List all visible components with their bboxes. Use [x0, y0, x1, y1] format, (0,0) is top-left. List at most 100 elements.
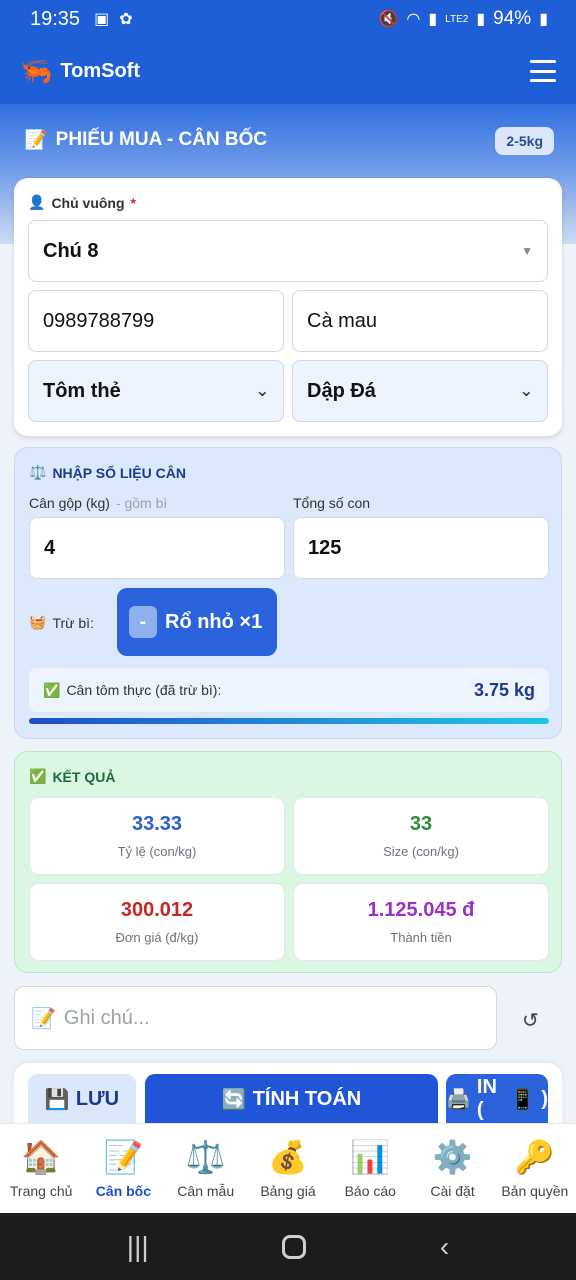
save-button[interactable]: 💾 LƯU — [28, 1074, 136, 1124]
method-value: Dập Đá — [307, 379, 376, 402]
system-nav-bar: ||| ‹ — [0, 1213, 576, 1280]
size-box: 33 Size (con/kg) — [293, 797, 549, 875]
print-suffix: ) — [541, 1087, 548, 1110]
lte-label: LTE2 — [445, 13, 469, 25]
nav-item-home[interactable]: 🏠 Trang chủ — [0, 1124, 82, 1213]
chart-icon: 📊 — [350, 1138, 391, 1175]
ratio-value: 33.33 — [131, 813, 183, 835]
status-bar: 19:35 ▣ ✿ 🔇 ◠ ▮ LTE2 ▮ 94% ▮ — [0, 0, 576, 38]
price-value: 300.012 — [120, 899, 194, 921]
phone-input[interactable]: 0989788799 — [28, 290, 284, 352]
printer-icon: 🖨️ — [446, 1088, 471, 1111]
battery-level: 94% — [493, 8, 532, 29]
address-input[interactable]: Cà mau — [292, 290, 548, 352]
bottom-nav: 🏠 Trang chủ 📝 Cân bốc ⚖️ Cân mẫu 💰 Bảng … — [0, 1123, 576, 1213]
chevron-down-icon: ⌄ — [255, 383, 269, 400]
calculate-button[interactable]: 🔄 TÍNH TOÁN — [145, 1074, 438, 1124]
reset-icon[interactable]: ↺ — [522, 1008, 539, 1033]
app-bar: 🦐 TomSoft — [0, 38, 576, 104]
memo-icon: 📝 — [103, 1138, 144, 1175]
chevron-down-icon: ⌄ — [519, 383, 533, 400]
total-value: 1.125.045 đ — [367, 899, 475, 921]
tare-button-label: Rổ nhỏ ×1 — [165, 610, 263, 633]
nav-item-bang-gia[interactable]: 💰 Bảng giá — [247, 1124, 329, 1213]
memo-icon: 📝 — [24, 130, 48, 151]
scale-icon: ⚖️ — [185, 1138, 226, 1175]
tare-basket-button[interactable]: - Rổ nhỏ ×1 — [117, 588, 277, 656]
count-value: 125 — [308, 536, 342, 559]
net-label: Cân tôm thực (đã trừ bì): — [66, 682, 222, 698]
phone-icon: 📱 — [510, 1088, 536, 1111]
dropdown-triangle-icon: ▼ — [521, 244, 533, 258]
weigh-title: NHẬP SỐ LIỆU CÂN — [52, 464, 186, 481]
shrimp-type-value: Tôm thẻ — [43, 379, 121, 402]
gear-icon: ⚙️ — [432, 1138, 473, 1175]
key-icon: 🔑 — [514, 1138, 555, 1175]
owner-card: 👤 Chủ vuông * Chú 8 ▼ 0989788799 Cà mau … — [14, 178, 562, 436]
mute-icon: 🔇 — [378, 11, 399, 28]
nav-item-can-mau[interactable]: ⚖️ Cân mẫu — [165, 1124, 247, 1213]
net-weight-box: ✅ Cân tôm thực (đã trừ bì): 3.75 kg — [29, 668, 549, 712]
check-icon: ✅ — [43, 681, 61, 698]
memo-icon: 📝 — [31, 1007, 56, 1030]
app-logo[interactable]: 🦐 TomSoft — [20, 56, 140, 87]
page-title: PHIẾU MUA - CÂN BỐC — [55, 129, 268, 150]
gross-label: Cân gộp (kg) — [29, 495, 110, 511]
gross-value: 4 — [44, 536, 56, 559]
gross-weight-input[interactable]: 4 — [29, 517, 285, 579]
phone-value: 0989788799 — [43, 309, 155, 332]
owner-label: Chủ vuông — [51, 194, 125, 211]
size-value: 33 — [409, 813, 433, 835]
count-input[interactable]: 125 — [293, 517, 549, 579]
signal-icon-2: ▮ — [476, 11, 486, 28]
person-icon: 👤 — [28, 194, 46, 210]
check-icon: ✅ — [29, 768, 47, 784]
save-label: LƯU — [75, 1087, 120, 1110]
wifi-icon: ◠ — [406, 11, 421, 28]
weigh-card: ⚖️ NHẬP SỐ LIỆU CÂN Cân gộp (kg) - gồm b… — [14, 447, 562, 739]
count-label: Tổng số con — [293, 495, 371, 511]
total-box: 1.125.045 đ Thành tiền — [293, 883, 549, 961]
gross-hint: - gồm bì — [115, 495, 168, 511]
nav-item-can-boc[interactable]: 📝 Cân bốc — [82, 1124, 164, 1213]
basket-icon: 🧺 — [29, 614, 47, 630]
note-placeholder: Ghi chú... — [63, 1006, 150, 1029]
print-button[interactable]: 🖨️ IN ( 📱 ) — [446, 1074, 548, 1124]
scale-icon: ⚖️ — [29, 464, 47, 480]
nav-item-bao-cao[interactable]: 📊 Báo cáo — [329, 1124, 411, 1213]
action-bar: 💾 LƯU 🔄 TÍNH TOÁN 🖨️ IN ( 📱 ) — [14, 1063, 562, 1124]
minus-icon: - — [129, 606, 157, 638]
price-box: 300.012 Đơn giá (đ/kg) — [29, 883, 285, 961]
owner-name-value: Chú 8 — [43, 239, 99, 262]
floppy-disk-icon: 💾 — [44, 1088, 70, 1111]
shrimp-icon: 🦐 — [20, 55, 53, 86]
battery-icon: ▮ — [539, 11, 548, 28]
address-value: Cà mau — [307, 309, 378, 332]
price-label: Đơn giá (đ/kg) — [115, 930, 199, 945]
money-bag-icon: 💰 — [268, 1138, 308, 1175]
shrimp-type-select[interactable]: Tôm thẻ ⌄ — [28, 360, 284, 422]
method-select[interactable]: Dập Đá ⌄ — [292, 360, 548, 422]
nav-item-cai-dat[interactable]: ⚙️ Cài đặt — [411, 1124, 493, 1213]
progress-fill — [29, 718, 549, 724]
home-icon[interactable] — [282, 1234, 307, 1259]
net-value: 3.75 kg — [473, 679, 535, 700]
tare-label: Trừ bì: — [52, 614, 94, 631]
app-name: TomSoft — [60, 59, 140, 82]
menu-icon[interactable] — [530, 60, 556, 82]
back-icon[interactable]: ‹ — [440, 1231, 449, 1263]
signal-icon: ▮ — [428, 11, 438, 28]
recent-apps-icon[interactable]: ||| — [127, 1231, 149, 1263]
size-label: Size (con/kg) — [383, 844, 459, 859]
nav-item-ban-quyen[interactable]: 🔑 Bản quyền — [494, 1124, 576, 1213]
owner-select[interactable]: Chú 8 ▼ — [28, 220, 548, 282]
app-notification-icon: ✿ — [119, 11, 133, 28]
calc-label: TÍNH TOÁN — [252, 1087, 362, 1110]
ratio-label: Tỷ lệ (con/kg) — [117, 844, 197, 859]
result-title: KẾT QUẢ — [52, 768, 116, 785]
notification-icon: ▣ — [94, 11, 110, 28]
refresh-icon: 🔄 — [221, 1088, 247, 1111]
size-badge: 2-5kg — [495, 127, 554, 155]
net-progress-bar — [29, 718, 549, 724]
note-input[interactable]: 📝 Ghi chú... — [14, 986, 497, 1050]
